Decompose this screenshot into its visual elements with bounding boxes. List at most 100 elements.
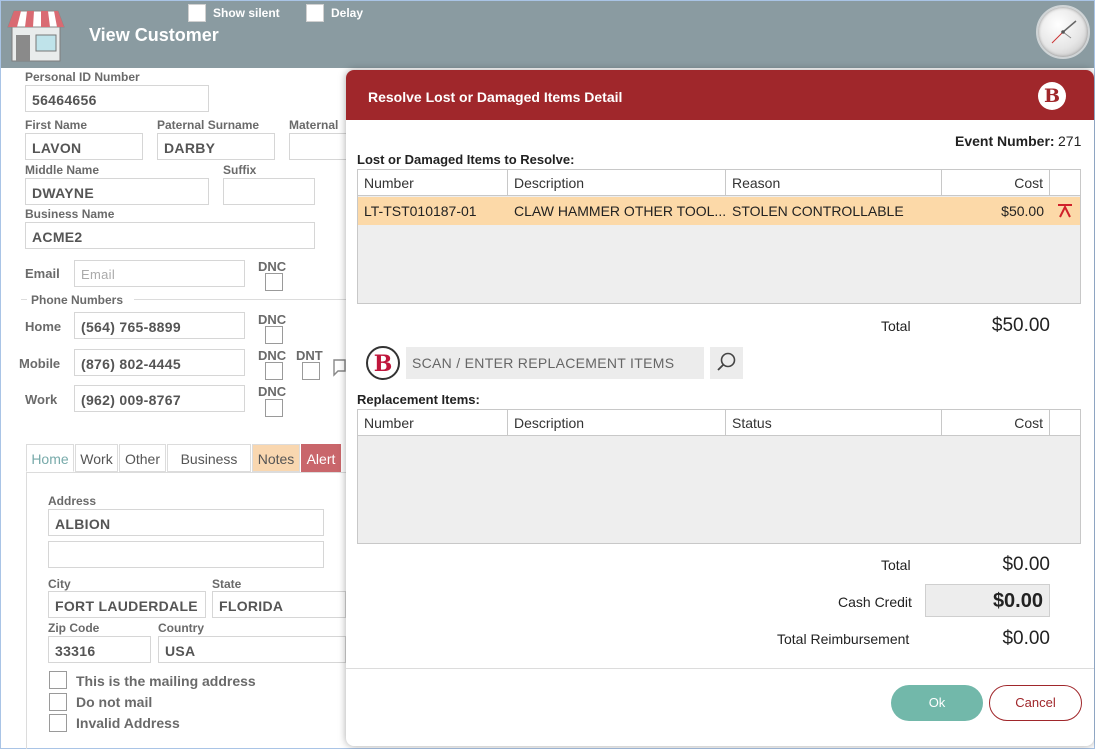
divider — [21, 299, 27, 300]
table-row[interactable]: LT-TST010187-01 CLAW HAMMER OTHER TOOL..… — [358, 197, 1080, 225]
work-dnc-checkbox[interactable] — [265, 399, 283, 417]
mobile-dnc-checkbox[interactable] — [265, 362, 283, 380]
mobile-phone-field[interactable]: (876) 802-4445 — [74, 349, 245, 376]
paternal-surname-label: Paternal Surname — [157, 118, 260, 132]
middle-name-label: Middle Name — [25, 163, 100, 177]
city-field[interactable]: FORT LAUDERDALE — [48, 591, 206, 618]
country-field[interactable]: USA — [158, 636, 346, 663]
mobile-dnt-label: DNT — [296, 348, 323, 363]
mailing-address-label: This is the mailing address — [76, 673, 256, 689]
event-number-label: Event Number: — [955, 133, 1055, 149]
mailing-address-checkbox[interactable] — [49, 671, 67, 689]
business-name-field[interactable]: ACME2 — [25, 222, 315, 249]
divider — [134, 299, 346, 300]
cancel-button[interactable]: Cancel — [989, 685, 1082, 721]
suffix-label: Suffix — [223, 163, 257, 177]
work-phone-field[interactable]: (962) 009-8767 — [74, 385, 245, 412]
tab-alert[interactable]: Alert — [301, 444, 341, 472]
tab-work[interactable]: Work — [75, 444, 118, 472]
tab-notes[interactable]: Notes — [252, 444, 300, 472]
column-header-cost[interactable]: Cost — [942, 410, 1050, 436]
suffix-field[interactable] — [223, 178, 315, 205]
brand-logo-icon: B — [366, 346, 400, 380]
state-label: State — [212, 577, 242, 591]
divider — [346, 668, 1094, 669]
first-name-label: First Name — [25, 118, 88, 132]
do-not-mail-label: Do not mail — [76, 694, 153, 710]
address-label: Address — [48, 494, 97, 508]
clock-icon[interactable] — [1036, 5, 1090, 59]
cash-credit-label: Cash Credit — [838, 594, 912, 610]
mobile-phone-label: Mobile — [19, 356, 61, 371]
store-icon — [7, 10, 65, 62]
row-description: CLAW HAMMER OTHER TOOL... — [514, 203, 726, 219]
home-dnc-checkbox[interactable] — [265, 326, 283, 344]
show-silent-checkbox[interactable] — [188, 4, 206, 22]
cash-credit-field[interactable]: $0.00 — [925, 584, 1050, 617]
resolve-items-dialog: Resolve Lost or Damaged Items Detail B E… — [346, 70, 1094, 746]
email-dnc-label: DNC — [258, 259, 287, 274]
email-field[interactable]: Email — [74, 260, 245, 287]
ok-button[interactable]: Ok — [891, 685, 983, 721]
address-line2-field[interactable] — [48, 541, 324, 568]
remove-item-icon[interactable] — [1056, 203, 1074, 219]
replacement-items-table: Number Description Status Cost — [357, 409, 1081, 544]
paternal-surname-field[interactable]: DARBY — [157, 133, 275, 160]
state-field[interactable]: FLORIDA — [212, 591, 346, 618]
page-title: View Customer — [89, 25, 219, 45]
lost-total-value: $50.00 — [991, 315, 1050, 336]
do-not-mail-checkbox[interactable] — [49, 693, 67, 711]
work-phone-label: Work — [25, 392, 58, 407]
delay-label: Delay — [331, 6, 364, 20]
replacement-total-value: $0.00 — [1002, 554, 1050, 575]
lost-total-label: Total — [881, 318, 911, 334]
work-dnc-label: DNC — [258, 384, 287, 399]
row-reason: STOLEN CONTROLLABLE — [732, 203, 904, 219]
tab-home[interactable]: Home — [26, 444, 74, 472]
event-number-value: 271 — [1058, 133, 1082, 149]
maternal-surname-label: Maternal — [289, 118, 339, 132]
maternal-surname-field[interactable] — [289, 133, 349, 160]
column-header-reason[interactable]: Reason — [726, 170, 942, 196]
city-label: City — [48, 577, 71, 591]
mobile-dnt-checkbox[interactable] — [302, 362, 320, 380]
tab-business[interactable]: Business — [167, 444, 251, 472]
country-label: Country — [158, 621, 204, 635]
invalid-address-label: Invalid Address — [76, 715, 180, 731]
brand-logo-icon: B — [1038, 82, 1066, 110]
search-icon — [717, 352, 736, 371]
personal-id-field[interactable]: 56464656 — [25, 85, 209, 112]
zip-code-field[interactable]: 33316 — [48, 636, 151, 663]
column-header-action — [1050, 170, 1080, 196]
column-header-number[interactable]: Number — [358, 170, 508, 196]
personal-id-label: Personal ID Number — [25, 70, 140, 84]
business-name-label: Business Name — [25, 207, 115, 221]
total-reimbursement-label: Total Reimbursement — [777, 631, 910, 647]
mobile-dnc-label: DNC — [258, 348, 287, 363]
comment-icon[interactable] — [332, 358, 346, 378]
dialog-title: Resolve Lost or Damaged Items Detail — [368, 89, 623, 105]
lost-items-section-label: Lost or Damaged Items to Resolve: — [357, 152, 575, 167]
search-button[interactable] — [710, 347, 743, 379]
replacement-items-section-label: Replacement Items: — [357, 392, 480, 407]
dialog-header: Resolve Lost or Damaged Items Detail B — [346, 70, 1094, 120]
column-header-description[interactable]: Description — [508, 410, 726, 436]
tab-other[interactable]: Other — [119, 444, 166, 472]
invalid-address-checkbox[interactable] — [49, 714, 67, 732]
middle-name-field[interactable]: DWAYNE — [25, 178, 209, 205]
first-name-field[interactable]: LAVON — [25, 133, 143, 160]
column-header-number[interactable]: Number — [358, 410, 508, 436]
email-dnc-checkbox[interactable] — [265, 273, 283, 291]
scan-items-input[interactable]: SCAN / ENTER REPLACEMENT ITEMS — [406, 347, 704, 379]
column-header-cost[interactable]: Cost — [942, 170, 1050, 196]
column-header-status[interactable]: Status — [726, 410, 942, 436]
app-header: View Customer Show silent Delay — [1, 1, 1094, 68]
home-dnc-label: DNC — [258, 312, 287, 327]
address-line1-field[interactable]: ALBION — [48, 509, 324, 536]
column-header-description[interactable]: Description — [508, 170, 726, 196]
delay-checkbox[interactable] — [306, 4, 324, 22]
zip-code-label: Zip Code — [48, 621, 100, 635]
total-reimbursement-value: $0.00 — [1002, 628, 1050, 649]
home-phone-field[interactable]: (564) 765-8899 — [74, 312, 245, 339]
row-cost: $50.00 — [1001, 203, 1044, 219]
